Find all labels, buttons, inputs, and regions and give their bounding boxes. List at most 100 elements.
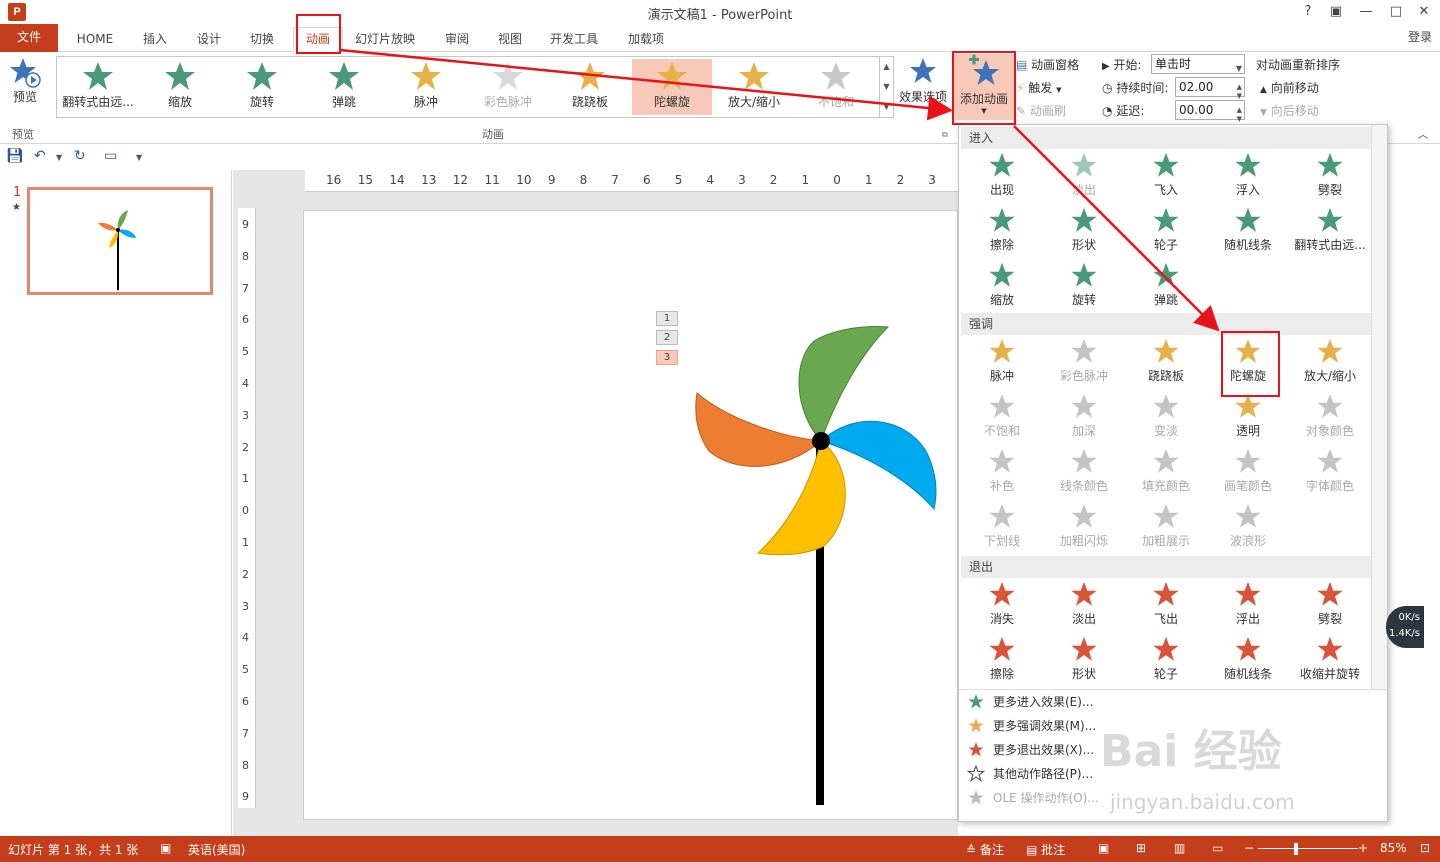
trigger-button[interactable]: ⚡ 触发 ▼ bbox=[1016, 79, 1062, 96]
enter-effect-item[interactable]: 淡出 bbox=[1043, 151, 1125, 203]
emphasis-effect-item[interactable]: 彩色脉冲 bbox=[1043, 337, 1125, 389]
spell-check-icon[interactable]: ▣ bbox=[160, 841, 171, 855]
enter-effect-item[interactable]: 旋转 bbox=[1043, 261, 1125, 313]
gallery-item-desaturate[interactable]: 不饱和 bbox=[796, 59, 876, 115]
gallery-item-spin[interactable]: 旋转 bbox=[222, 59, 302, 115]
tab-developer[interactable]: 开发工具 bbox=[544, 28, 604, 50]
enter-effect-item[interactable]: 轮子 bbox=[1125, 206, 1207, 258]
zoom-out-button[interactable]: − bbox=[1244, 841, 1254, 855]
emphasis-effect-item[interactable]: 下划线 bbox=[961, 502, 1043, 554]
normal-view-icon[interactable]: ▣ bbox=[1098, 841, 1109, 855]
gallery-item-flip-in[interactable]: 翻转式由远... bbox=[58, 59, 138, 115]
emphasis-effect-item[interactable]: 加粗展示 bbox=[1125, 502, 1207, 554]
pinwheel-graphic[interactable] bbox=[304, 211, 959, 821]
emphasis-effect-item[interactable]: 画笔颜色 bbox=[1207, 447, 1289, 499]
redo-icon[interactable]: ↻ bbox=[74, 148, 86, 164]
zoom-slider-thumb[interactable] bbox=[1294, 843, 1298, 855]
slide-thumbnail[interactable] bbox=[27, 187, 213, 295]
preview-button[interactable]: 预览 bbox=[4, 56, 46, 116]
exit-effect-item[interactable]: 浮出 bbox=[1207, 580, 1289, 632]
enter-effect-item[interactable]: 翻转式由远... bbox=[1289, 206, 1371, 258]
more-effects-menu-item[interactable]: 更多进入效果(E)... bbox=[963, 691, 1375, 713]
dropdown-scrollbar[interactable] bbox=[1371, 125, 1387, 689]
emphasis-effect-item[interactable]: 补色 bbox=[961, 447, 1043, 499]
undo-icon[interactable]: ↶ bbox=[34, 148, 46, 164]
duration-spinner[interactable]: 02.00 ▲ ▼ bbox=[1175, 77, 1245, 100]
exit-effect-item[interactable]: 随机线条 bbox=[1207, 635, 1289, 687]
tab-slideshow[interactable]: 幻灯片放映 bbox=[352, 28, 418, 50]
minimize-button[interactable]: — bbox=[1352, 2, 1380, 22]
emphasis-effect-item[interactable]: 跷跷板 bbox=[1125, 337, 1207, 389]
slide-canvas[interactable]: 1 2 3 bbox=[303, 210, 958, 820]
emphasis-effect-item[interactable]: 填充颜色 bbox=[1125, 447, 1207, 499]
emphasis-effect-item[interactable]: 线条颜色 bbox=[1043, 447, 1125, 499]
animation-painter-button[interactable]: ✎ 动画刷 bbox=[1016, 102, 1066, 119]
emphasis-effect-item[interactable]: 对象颜色 bbox=[1289, 392, 1371, 444]
language-indicator[interactable]: 英语(美国) bbox=[188, 841, 245, 858]
effect-options-button[interactable]: 效果选项 bbox=[896, 56, 950, 118]
start-select[interactable]: 单击时 ▼ bbox=[1151, 54, 1245, 74]
slideshow-view-icon[interactable]: ▭ bbox=[1212, 841, 1223, 855]
tab-addins[interactable]: 加载项 bbox=[620, 28, 672, 50]
sign-in-link[interactable]: 登录 bbox=[1408, 28, 1432, 45]
gallery-item-spin-emphasis[interactable]: 陀螺旋 bbox=[632, 59, 712, 115]
animation-pane-button[interactable]: ▤ 动画窗格 bbox=[1016, 56, 1079, 73]
gallery-item-teeter[interactable]: 跷跷板 bbox=[550, 59, 630, 115]
gallery-item-grow-shrink[interactable]: 放大/缩小 bbox=[714, 59, 794, 115]
reading-view-icon[interactable]: ▥ bbox=[1174, 841, 1185, 855]
gallery-item-bounce[interactable]: 弹跳 bbox=[304, 59, 384, 115]
emphasis-effect-item[interactable]: 加深 bbox=[1043, 392, 1125, 444]
enter-effect-item[interactable]: 形状 bbox=[1043, 206, 1125, 258]
enter-effect-item[interactable]: 随机线条 bbox=[1207, 206, 1289, 258]
start-from-beginning-icon[interactable]: ▭ bbox=[104, 148, 117, 164]
enter-effect-item[interactable]: 出现 bbox=[961, 151, 1043, 203]
gallery-scroll-down[interactable]: ▼ bbox=[879, 77, 893, 97]
tab-view[interactable]: 视图 bbox=[489, 28, 531, 50]
exit-effect-item[interactable]: 劈裂 bbox=[1289, 580, 1371, 632]
tab-insert[interactable]: 插入 bbox=[134, 28, 176, 50]
close-button[interactable]: ✕ bbox=[1410, 2, 1438, 22]
ribbon-display-options-icon[interactable]: ▣ bbox=[1322, 2, 1350, 22]
enter-effect-item[interactable]: 弹跳 bbox=[1125, 261, 1207, 313]
enter-effect-item[interactable]: 浮入 bbox=[1207, 151, 1289, 203]
collapse-ribbon-icon[interactable]: ︿ bbox=[1418, 126, 1428, 141]
emphasis-effect-item[interactable]: 不饱和 bbox=[961, 392, 1043, 444]
emphasis-effect-item[interactable]: 放大/缩小 bbox=[1289, 337, 1371, 389]
undo-dropdown-icon[interactable]: ▼ bbox=[56, 153, 62, 162]
gallery-more-button[interactable]: ▼ bbox=[879, 97, 893, 117]
emphasis-effect-item[interactable]: 字体颜色 bbox=[1289, 447, 1371, 499]
zoom-slider-track[interactable] bbox=[1258, 848, 1358, 849]
move-earlier-button[interactable]: ▲ 向前移动 bbox=[1260, 79, 1319, 96]
dialog-launcher-icon[interactable]: ⧉ bbox=[942, 130, 948, 140]
notes-button[interactable]: ≙ 备注 bbox=[966, 841, 1004, 858]
tab-transitions[interactable]: 切换 bbox=[241, 28, 283, 50]
gallery-item-color-pulse[interactable]: 彩色脉冲 bbox=[468, 59, 548, 115]
tab-design[interactable]: 设计 bbox=[188, 28, 230, 50]
gallery-item-pulse[interactable]: 脉冲 bbox=[386, 59, 466, 115]
enter-effect-item[interactable]: 劈裂 bbox=[1289, 151, 1371, 203]
exit-effect-item[interactable]: 形状 bbox=[1043, 635, 1125, 687]
gallery-item-zoom[interactable]: 缩放 bbox=[140, 59, 220, 115]
emphasis-effect-item[interactable]: 变淡 bbox=[1125, 392, 1207, 444]
customize-qat-icon[interactable]: ▼ bbox=[136, 153, 142, 162]
fit-to-window-icon[interactable]: ⊡ bbox=[1420, 841, 1430, 855]
maximize-button[interactable]: □ bbox=[1382, 2, 1410, 22]
exit-effect-item[interactable]: 淡出 bbox=[1043, 580, 1125, 632]
exit-effect-item[interactable]: 擦除 bbox=[961, 635, 1043, 687]
move-later-button[interactable]: ▼ 向后移动 bbox=[1260, 102, 1319, 119]
add-animation-button[interactable]: 添加动画 ▼ bbox=[954, 54, 1014, 120]
gallery-scroll-up[interactable]: ▲ bbox=[879, 57, 893, 77]
zoom-level[interactable]: 85% bbox=[1380, 841, 1407, 855]
tab-review[interactable]: 审阅 bbox=[436, 28, 478, 50]
slide-sorter-icon[interactable]: ⊞ bbox=[1136, 841, 1146, 855]
comments-button[interactable]: ▤ 批注 bbox=[1026, 841, 1065, 858]
enter-effect-item[interactable]: 擦除 bbox=[961, 206, 1043, 258]
enter-effect-item[interactable]: 飞入 bbox=[1125, 151, 1207, 203]
save-icon[interactable]: 💾︎ bbox=[6, 148, 24, 164]
emphasis-effect-item[interactable]: 加粗闪烁 bbox=[1043, 502, 1125, 554]
enter-effect-item[interactable]: 缩放 bbox=[961, 261, 1043, 313]
emphasis-effect-item[interactable]: 波浪形 bbox=[1207, 502, 1289, 554]
tab-home[interactable]: HOME bbox=[68, 28, 122, 50]
exit-effect-item[interactable]: 轮子 bbox=[1125, 635, 1207, 687]
emphasis-effect-item[interactable]: 脉冲 bbox=[961, 337, 1043, 389]
